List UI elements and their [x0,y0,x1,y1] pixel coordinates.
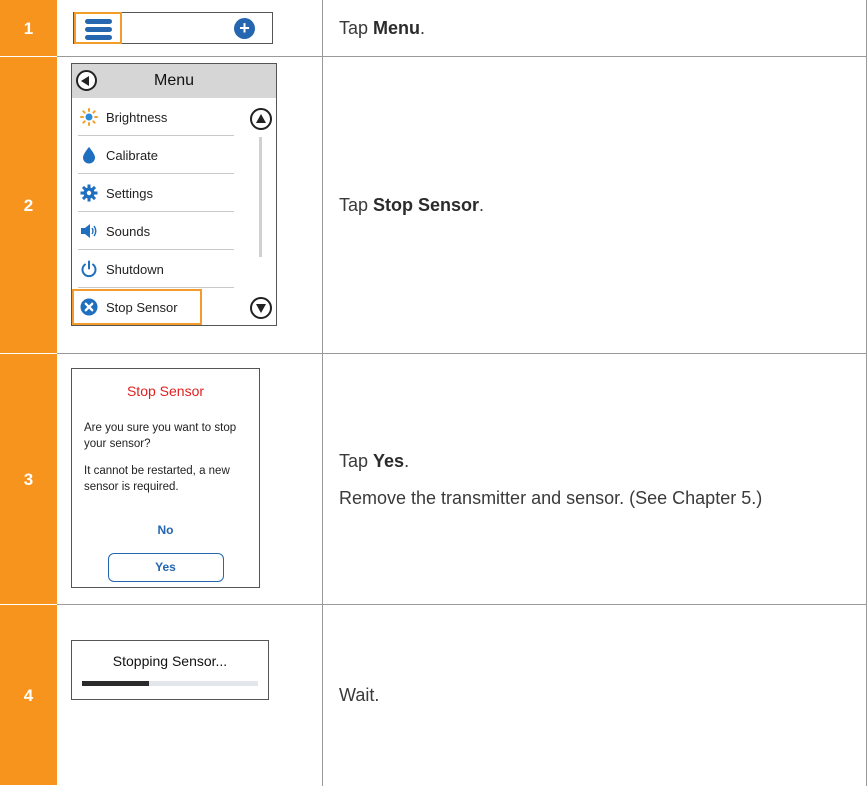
menu-header: Menu [72,64,276,98]
menu-item-label: Brightness [106,109,168,125]
scroll-up-icon[interactable] [250,108,272,130]
screenshot-cell: Stop Sensor Are you sure you want to sto… [57,354,323,605]
step-row-4: 4 Stopping Sensor... Wait. [0,605,867,786]
menu-title: Menu [153,72,195,89]
menu-screen: Menu Brightness Calibrate Settings Sound… [71,63,277,326]
speaker-icon [81,224,97,238]
step-row-3: 3 Stop Sensor Are you sure you want to s… [0,354,867,605]
home-toolbar: + [73,12,273,44]
gear-icon [80,184,98,202]
menu-item-shutdown[interactable]: Shutdown [72,250,276,288]
scroll-down-icon[interactable] [250,297,272,319]
step-number: 2 [0,57,57,354]
instruction-text: Wait. [339,685,380,706]
yes-button[interactable]: Yes [107,553,224,583]
menu-item-calibrate[interactable]: Calibrate [72,136,276,174]
dialog-title: Stop Sensor [126,383,205,399]
instruction-cell: Tap Menu. [323,0,867,57]
instruction-note: Remove the transmitter and sensor. (See … [339,487,763,508]
progress-label: Stopping Sensor... [112,653,228,669]
dialog-question: Are you sure you want to stop your senso… [84,422,237,450]
instruction-cell: Tap Yes. Remove the transmitter and sens… [323,354,867,605]
menu-item-label: Calibrate [106,147,159,163]
menu-item-label: Settings [106,185,153,201]
screenshot-cell: + [57,0,323,57]
step-row-2: 2 Menu Brightness Calibrate Settings Sou… [0,57,867,354]
instruction-cell: Tap Stop Sensor. [323,57,867,354]
menu-item-settings[interactable]: Settings [72,174,276,212]
scrollbar[interactable] [259,137,262,257]
instruction-text: Tap Yes. [339,451,410,471]
stop-sensor-dialog: Stop Sensor Are you sure you want to sto… [71,368,260,588]
menu-item-label: Shutdown [106,261,164,277]
step-number: 1 [0,0,57,57]
progress-bar [82,681,258,686]
dialog-warning: It cannot be restarted, a new sensor is … [84,465,230,493]
power-icon [81,260,97,278]
brightness-icon [80,108,98,126]
instruction-text: Tap Menu. [339,18,426,39]
menu-item-sounds[interactable]: Sounds [72,212,276,250]
instruction-table: 1 + Tap Menu. 2 Menu Brightness Calibrat… [0,0,867,786]
hamburger-menu-icon [85,19,112,40]
drop-icon [83,147,95,164]
step-number: 4 [0,605,57,786]
screenshot-cell: Stopping Sensor... [57,605,323,786]
instruction-text: Tap Stop Sensor. [339,195,485,216]
menu-item-brightness[interactable]: Brightness [72,98,276,136]
menu-item-label: Sounds [106,223,151,239]
highlight-box [72,289,202,325]
plus-circle-icon[interactable]: + [234,18,255,39]
progress-fill [82,681,149,686]
menu-button[interactable] [74,12,122,44]
no-button[interactable]: No [72,523,259,537]
instruction-cell: Wait. [323,605,867,786]
step-row-1: 1 + Tap Menu. [0,0,867,57]
step-number: 3 [0,354,57,605]
screenshot-cell: Menu Brightness Calibrate Settings Sound… [57,57,323,354]
stopping-progress-screen: Stopping Sensor... [71,640,269,700]
